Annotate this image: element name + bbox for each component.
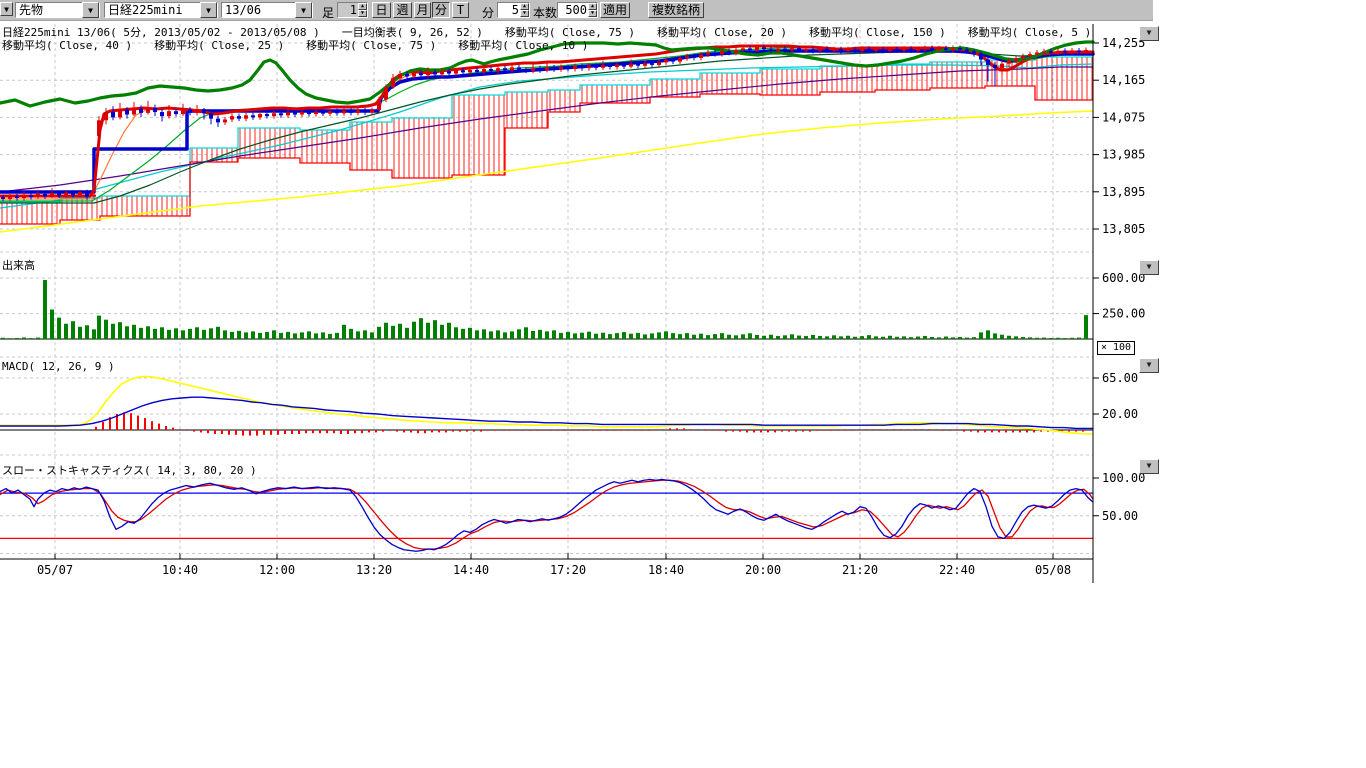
time-axis-label: 17:20 — [550, 563, 586, 577]
chevron-down-icon[interactable]: ▼ — [200, 2, 217, 18]
chart-canvas[interactable]: 05/07 10:40 12:00 13:20 14:40 17:20 18:40 20:00… — [0, 0, 1366, 768]
contract-month-select[interactable]: 13/06 ▼ — [221, 2, 313, 18]
bar-type-label: 足 — [322, 4, 334, 21]
time-axis-label: 12:00 — [259, 563, 295, 577]
period-month-button[interactable]: 月 — [414, 2, 431, 18]
macd-pane-menu-button[interactable]: ▼ — [1139, 358, 1159, 373]
time-axis-label: 10:40 — [162, 563, 198, 577]
apply-button[interactable]: 適用 — [600, 2, 630, 18]
bar-interval-stepper[interactable]: 1 ▲▼ — [337, 2, 368, 18]
time-axis-label: 13:20 — [356, 563, 392, 577]
trading-app-window: 05/07 10:40 12:00 13:20 14:40 17:20 18:40 20:00… — [0, 0, 1366, 768]
time-axis-label: 18:40 — [648, 563, 684, 577]
time-axis-label: 05/07 — [37, 563, 73, 577]
instrument-type-value: 先物 — [16, 3, 82, 17]
toolbar: ▼ 先物 ▼ 日経225mini ▼ 13/06 ▼ 足 1 ▲▼ 日 週 月 … — [0, 0, 1153, 21]
volume-pane-menu-button[interactable]: ▼ — [1139, 260, 1159, 275]
time-axis-label: 14:40 — [453, 563, 489, 577]
value-axis-label: 13,805 — [1102, 222, 1145, 236]
bar-interval-value: 1 — [338, 3, 358, 17]
period-tick-button[interactable]: T — [452, 2, 469, 18]
period-minute-button[interactable]: 分 — [432, 2, 450, 18]
chevron-down-icon[interactable]: ▼ — [295, 2, 312, 18]
left-combo-stub-arrow-icon[interactable]: ▼ — [0, 2, 13, 16]
time-axis-label: 21:20 — [842, 563, 878, 577]
symbol-value: 日経225mini — [105, 3, 200, 17]
multi-symbol-button[interactable]: 複数銘柄 — [648, 2, 704, 18]
symbol-select[interactable]: 日経225mini ▼ — [104, 2, 218, 18]
value-axis-label: 50.00 — [1102, 509, 1138, 523]
value-axis-label: 13,895 — [1102, 185, 1145, 199]
value-axis-label: 14,075 — [1102, 110, 1145, 124]
value-axis-label: 14,165 — [1102, 73, 1145, 87]
chevron-down-icon[interactable]: ▼ — [82, 2, 99, 18]
stoch-pane-menu-button[interactable]: ▼ — [1139, 459, 1159, 474]
period-week-button[interactable]: 週 — [393, 2, 412, 18]
value-axis-label: 250.00 — [1102, 307, 1145, 321]
value-axis-label: 65.00 — [1102, 371, 1138, 385]
value-axis-label: 13,985 — [1102, 148, 1145, 162]
minute-label: 分 — [482, 4, 494, 21]
minute-value: 5 — [498, 3, 520, 17]
bar-count-value: 500 — [558, 3, 588, 17]
stepper-arrows-icon[interactable]: ▲▼ — [588, 3, 597, 17]
stepper-arrows-icon[interactable]: ▲▼ — [358, 3, 367, 17]
period-day-button[interactable]: 日 — [372, 2, 391, 18]
stepper-arrows-icon[interactable]: ▲▼ — [520, 3, 529, 17]
price-pane-menu-button[interactable]: ▼ — [1139, 26, 1159, 41]
time-axis-label: 22:40 — [939, 563, 975, 577]
bar-count-stepper[interactable]: 500 ▲▼ — [557, 2, 598, 18]
contract-month-value: 13/06 — [222, 3, 295, 17]
time-axis-label: 05/08 — [1035, 563, 1071, 577]
volume-multiplier-badge: × 100 — [1097, 341, 1135, 355]
value-axis-label: 20.00 — [1102, 407, 1138, 421]
instrument-type-select[interactable]: 先物 ▼ — [15, 2, 100, 18]
time-axis-label: 20:00 — [745, 563, 781, 577]
minute-stepper[interactable]: 5 ▲▼ — [497, 2, 530, 18]
bar-count-label: 本数 — [533, 4, 557, 21]
